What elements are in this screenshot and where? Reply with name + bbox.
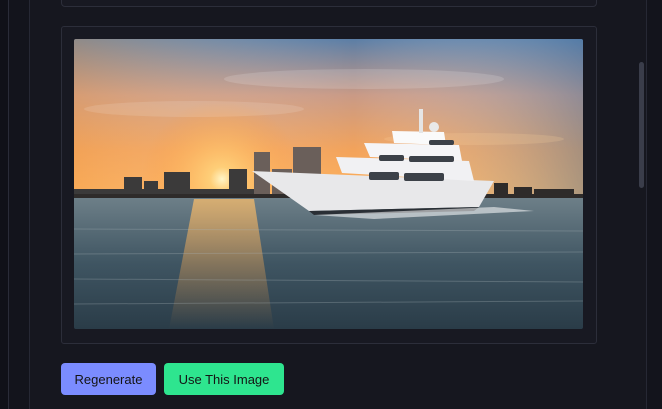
generated-image <box>74 39 583 329</box>
sidebar-edge <box>0 0 9 409</box>
scrollbar-thumb[interactable] <box>639 62 644 188</box>
generated-image-card <box>61 26 597 344</box>
previous-field <box>61 0 597 7</box>
regenerate-button[interactable]: Regenerate <box>61 363 156 395</box>
use-image-button[interactable]: Use This Image <box>164 363 284 395</box>
